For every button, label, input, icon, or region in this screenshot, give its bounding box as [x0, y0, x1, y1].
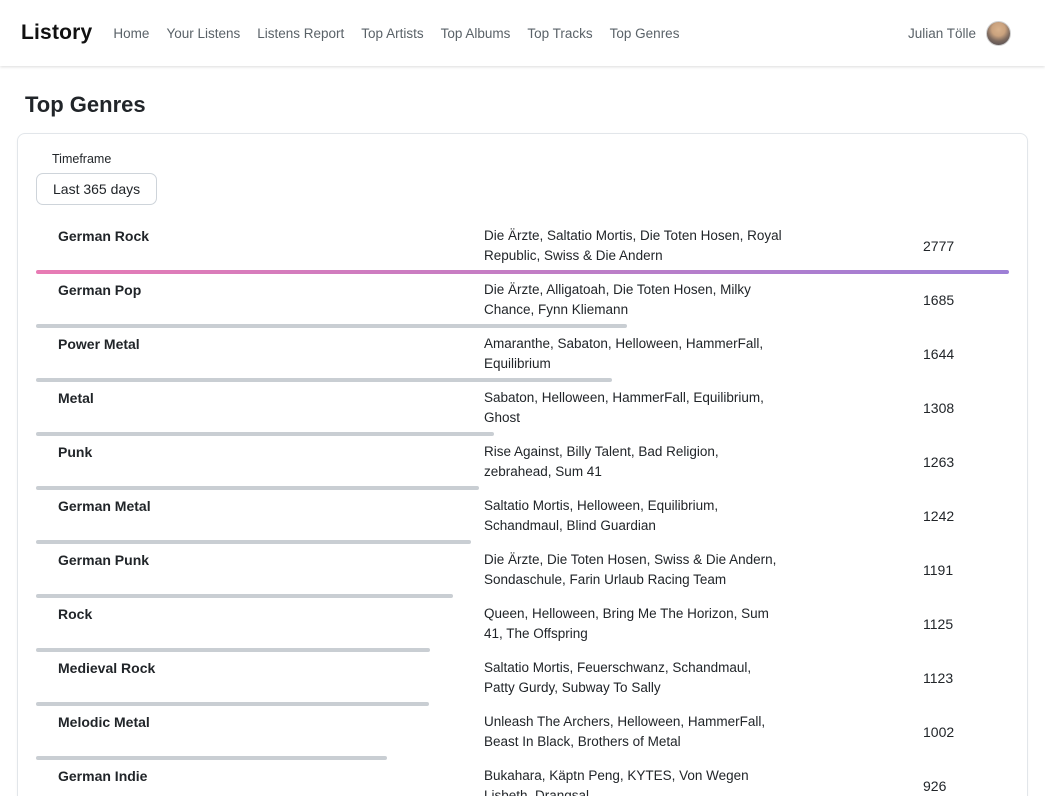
genre-row: Metal Sabaton, Helloween, HammerFall, Eq…	[36, 382, 1009, 436]
genre-row: German Indie Bukahara, Käptn Peng, KYTES…	[36, 760, 1009, 796]
genre-row: German Pop Die Ärzte, Alligatoah, Die To…	[36, 274, 1009, 328]
user-name: Julian Tölle	[908, 26, 976, 41]
nav-link-home[interactable]: Home	[113, 26, 149, 41]
genre-listen-count: 1123	[923, 670, 1009, 686]
genre-name: Power Metal	[36, 334, 484, 354]
nav-link-top-genres[interactable]: Top Genres	[610, 26, 680, 41]
genre-name: German Indie	[36, 766, 484, 786]
genres-table: German Rock Die Ärzte, Saltatio Mortis, …	[36, 220, 1009, 796]
genre-listen-count: 1242	[923, 508, 1009, 524]
genre-name: Punk	[36, 442, 484, 462]
genre-row: German Punk Die Ärzte, Die Toten Hosen, …	[36, 544, 1009, 598]
genre-artists: Unleash The Archers, Helloween, HammerFa…	[484, 712, 784, 752]
nav-link-top-tracks[interactable]: Top Tracks	[527, 26, 592, 41]
genre-row: Punk Rise Against, Billy Talent, Bad Rel…	[36, 436, 1009, 490]
genre-name: Melodic Metal	[36, 712, 484, 732]
genre-name: German Rock	[36, 226, 484, 246]
genre-listen-count: 926	[923, 778, 1009, 794]
navbar: Listory Home Your Listens Listens Report To…	[0, 0, 1045, 66]
genre-artists: Rise Against, Billy Talent, Bad Religion…	[484, 442, 784, 482]
genre-listen-count: 1125	[923, 616, 1009, 632]
genre-artists: Bukahara, Käptn Peng, KYTES, Von Wegen L…	[484, 766, 784, 796]
genre-row: Power Metal Amaranthe, Sabaton, Hellowee…	[36, 328, 1009, 382]
timeframe-label: Timeframe	[52, 152, 1009, 166]
genre-name: German Punk	[36, 550, 484, 570]
genre-artists: Die Ärzte, Alligatoah, Die Toten Hosen, …	[484, 280, 784, 320]
genre-listen-count: 1685	[923, 292, 1009, 308]
genre-artists: Sabaton, Helloween, HammerFall, Equilibr…	[484, 388, 784, 428]
genre-row: Melodic Metal Unleash The Archers, Hello…	[36, 706, 1009, 760]
genre-listen-count: 2777	[923, 238, 1009, 254]
genre-name: German Pop	[36, 280, 484, 300]
genre-listen-count: 1308	[923, 400, 1009, 416]
nav-links: Home Your Listens Listens Report Top Artist…	[113, 26, 908, 41]
genre-row: German Rock Die Ärzte, Saltatio Mortis, …	[36, 220, 1009, 274]
genre-artists: Amaranthe, Sabaton, Helloween, HammerFal…	[484, 334, 784, 374]
genre-listen-count: 1002	[923, 724, 1009, 740]
nav-link-top-albums[interactable]: Top Albums	[441, 26, 511, 41]
genre-artists: Die Ärzte, Die Toten Hosen, Swiss & Die …	[484, 550, 784, 590]
genre-row: Medieval Rock Saltatio Mortis, Feuerschw…	[36, 652, 1009, 706]
genre-artists: Saltatio Mortis, Feuerschwanz, Schandmau…	[484, 658, 784, 698]
genre-listen-count: 1263	[923, 454, 1009, 470]
nav-link-top-artists[interactable]: Top Artists	[361, 26, 423, 41]
genre-artists: Die Ärzte, Saltatio Mortis, Die Toten Ho…	[484, 226, 784, 266]
genre-name: Metal	[36, 388, 484, 408]
page-title: Top Genres	[25, 92, 1045, 118]
genre-artists: Saltatio Mortis, Helloween, Equilibrium,…	[484, 496, 784, 536]
brand-logo[interactable]: Listory	[21, 21, 92, 45]
nav-link-listens-report[interactable]: Listens Report	[257, 26, 344, 41]
genre-name: Medieval Rock	[36, 658, 484, 678]
genre-row: German Metal Saltatio Mortis, Helloween,…	[36, 490, 1009, 544]
nav-link-your-listens[interactable]: Your Listens	[166, 26, 240, 41]
genre-row: Rock Queen, Helloween, Bring Me The Hori…	[36, 598, 1009, 652]
user-menu[interactable]: Julian Tölle	[908, 21, 1011, 46]
genre-listen-count: 1191	[923, 562, 1009, 578]
genre-name: Rock	[36, 604, 484, 624]
timeframe-select-button[interactable]: Last 365 days	[36, 173, 157, 205]
top-genres-card: Timeframe Last 365 days German Rock Die …	[17, 133, 1028, 796]
genre-name: German Metal	[36, 496, 484, 516]
user-avatar[interactable]	[986, 21, 1011, 46]
genre-listen-count: 1644	[923, 346, 1009, 362]
genre-artists: Queen, Helloween, Bring Me The Horizon, …	[484, 604, 784, 644]
